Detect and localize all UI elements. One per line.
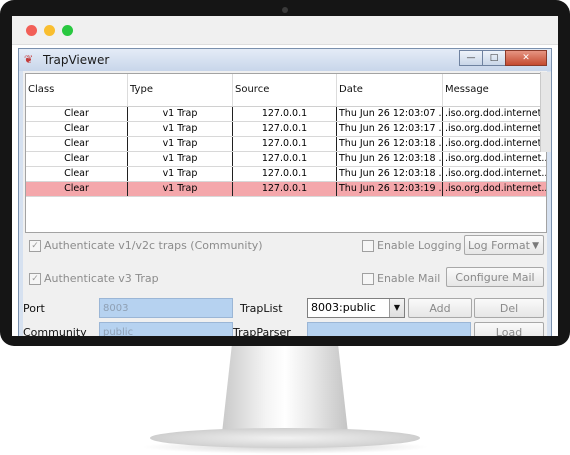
- cell-date: Thu Jun 26 12:03:19 ...: [339, 182, 443, 196]
- configure-mail-button[interactable]: Configure Mail: [446, 267, 544, 287]
- table-row[interactable]: Clear v1 Trap 127.0.0.1 Thu Jun 26 12:03:17…: [26, 122, 546, 137]
- column-header-source[interactable]: Source: [233, 74, 337, 106]
- chevron-down-icon: ▼: [532, 241, 539, 251]
- table-row[interactable]: Clear v1 Trap 127.0.0.1 Thu Jun 26 12:03:07…: [26, 107, 546, 122]
- camera-icon: [282, 7, 288, 13]
- cell-type: v1 Trap: [128, 122, 233, 136]
- table-row[interactable]: Clear v1 Trap 127.0.0.1 Thu Jun 26 12:03:18…: [26, 167, 546, 182]
- cell-date: Thu Jun 26 12:03:18 ...: [339, 137, 443, 151]
- cell-date: Thu Jun 26 12:03:17 ...: [339, 122, 443, 136]
- checkbox-icon[interactable]: [362, 272, 374, 285]
- cell-type: v1 Trap: [128, 107, 233, 121]
- cell-message: .iso.org.dod.internet...: [445, 183, 546, 194]
- del-button[interactable]: Del: [474, 298, 544, 318]
- scrollbar[interactable]: [540, 72, 551, 152]
- table-row[interactable]: Clear v1 Trap 127.0.0.1 Thu Jun 26 12:03:18…: [26, 137, 546, 152]
- auth-v1v2c-label: Authenticate v1/v2c traps (Community): [44, 239, 263, 252]
- trapparser-field[interactable]: [307, 322, 471, 336]
- checkbox-checked-icon[interactable]: ✓: [29, 239, 41, 252]
- enable-logging-option[interactable]: Enable Logging: [362, 239, 462, 252]
- cell-date: Thu Jun 26 12:03:07 ...: [339, 107, 443, 121]
- title-bar: ❦ TrapViewer — □ ✕: [19, 49, 551, 71]
- add-button[interactable]: Add: [408, 298, 472, 318]
- table-header: Class Type Source Date Message: [26, 74, 546, 107]
- table-body: Clear v1 Trap 127.0.0.1 Thu Jun 26 12:03:07…: [26, 107, 546, 197]
- cell-message: .iso.org.dod.internet...: [445, 153, 546, 164]
- cell-message: .iso.org.dod.internet...: [445, 123, 546, 134]
- port-label: Port: [23, 302, 45, 315]
- cell-source: 127.0.0.1: [233, 122, 337, 136]
- maximize-window-dot[interactable]: [62, 25, 73, 36]
- traplist-select[interactable]: 8003:public ▼: [307, 298, 405, 318]
- column-header-date[interactable]: Date: [337, 74, 443, 106]
- cell-message: .iso.org.dod.internet...: [445, 108, 546, 119]
- monitor-stand: [222, 343, 348, 433]
- auth-v3-label: Authenticate v3 Trap: [44, 272, 159, 285]
- cell-type: v1 Trap: [128, 152, 233, 166]
- log-format-select[interactable]: Log Format ▼: [464, 235, 544, 255]
- cell-class: Clear: [26, 122, 128, 136]
- table-row[interactable]: Clear v1 Trap 127.0.0.1 Thu Jun 26 12:03:18…: [26, 152, 546, 167]
- column-header-type[interactable]: Type: [128, 74, 233, 106]
- cell-message: .iso.org.dod.internet...: [445, 168, 546, 179]
- traplist-label: TrapList: [240, 302, 283, 315]
- column-header-class[interactable]: Class: [26, 74, 128, 106]
- window-controls: — □ ✕: [459, 50, 547, 66]
- app-icon: ❦: [24, 53, 34, 66]
- screen: ❦ TrapViewer — □ ✕ Class Type Source Dat…: [12, 16, 558, 336]
- browser-chrome-bar: [12, 16, 558, 45]
- cell-class: Clear: [26, 107, 128, 121]
- monitor-stand-base: [150, 428, 420, 448]
- cell-source: 127.0.0.1: [233, 167, 337, 181]
- auth-v3-option[interactable]: ✓ Authenticate v3 Trap: [29, 272, 159, 285]
- auth-v1v2c-option[interactable]: ✓ Authenticate v1/v2c traps (Community): [29, 239, 263, 252]
- window-title: TrapViewer: [43, 53, 110, 67]
- cell-class: Clear: [26, 152, 128, 166]
- close-window-dot[interactable]: [26, 25, 37, 36]
- community-field[interactable]: public: [99, 322, 233, 336]
- community-label: Community: [23, 326, 87, 336]
- maximize-button[interactable]: □: [482, 50, 506, 66]
- cell-date: Thu Jun 26 12:03:18 ...: [339, 152, 443, 166]
- cell-source: 127.0.0.1: [233, 152, 337, 166]
- cell-source: 127.0.0.1: [233, 137, 337, 151]
- minimize-window-dot[interactable]: [44, 25, 55, 36]
- minimize-button[interactable]: —: [459, 50, 483, 66]
- enable-logging-label: Enable Logging: [377, 239, 462, 252]
- enable-mail-label: Enable Mail: [377, 272, 441, 285]
- cell-source: 127.0.0.1: [233, 107, 337, 121]
- cell-class: Clear: [26, 167, 128, 181]
- port-field[interactable]: 8003: [99, 298, 233, 318]
- close-button[interactable]: ✕: [505, 50, 547, 66]
- trap-table: Class Type Source Date Message Clear v1 T…: [25, 73, 547, 233]
- load-button[interactable]: Load: [474, 322, 544, 336]
- cell-message: .iso.org.dod.internet...: [445, 138, 546, 149]
- trapviewer-window: ❦ TrapViewer — □ ✕ Class Type Source Dat…: [18, 48, 552, 336]
- cell-type: v1 Trap: [128, 182, 233, 196]
- cell-date: Thu Jun 26 12:03:18 ...: [339, 167, 443, 181]
- cell-type: v1 Trap: [128, 137, 233, 151]
- trapparser-label: TrapParser: [233, 326, 291, 336]
- log-format-label: Log Format: [468, 239, 530, 252]
- cell-class: Clear: [26, 182, 128, 196]
- cell-source: 127.0.0.1: [233, 182, 337, 196]
- checkbox-checked-icon[interactable]: ✓: [29, 272, 41, 285]
- chevron-down-icon: ▼: [389, 299, 404, 317]
- monitor: ❦ TrapViewer — □ ✕ Class Type Source Dat…: [0, 0, 570, 346]
- traplist-value: 8003:public: [311, 301, 376, 314]
- table-row[interactable]: Clear v1 Trap 127.0.0.1 Thu Jun 26 12:03:19…: [26, 182, 546, 197]
- cell-type: v1 Trap: [128, 167, 233, 181]
- column-header-message[interactable]: Message: [443, 74, 546, 106]
- cell-class: Clear: [26, 137, 128, 151]
- main-panel: Class Type Source Date Message Clear v1 T…: [23, 71, 547, 336]
- enable-mail-option[interactable]: Enable Mail: [362, 272, 440, 285]
- checkbox-icon[interactable]: [362, 239, 374, 252]
